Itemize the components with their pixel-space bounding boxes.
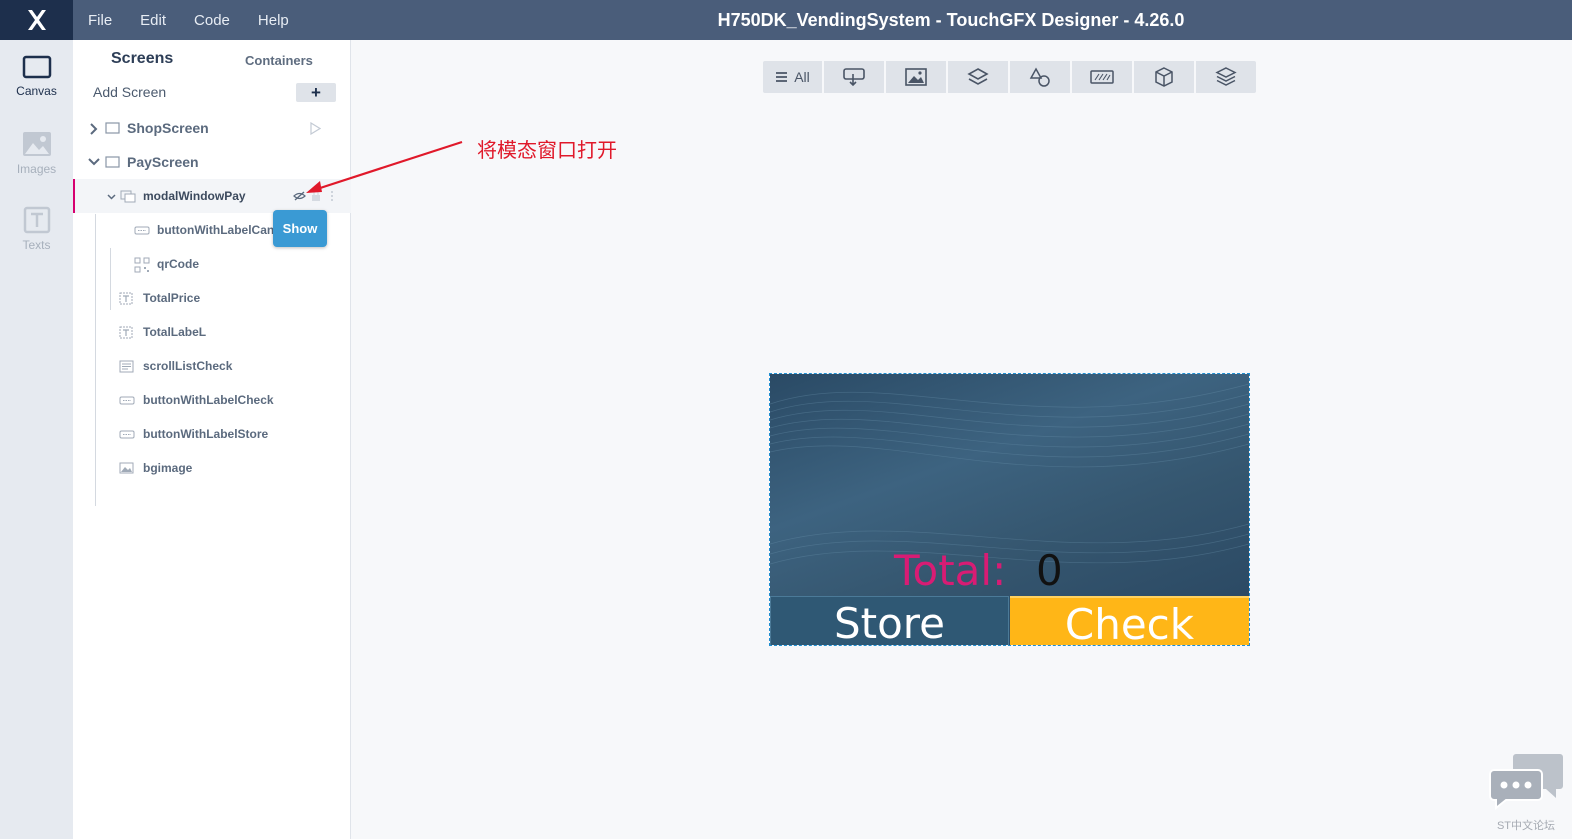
annotation-arrow-icon bbox=[306, 140, 463, 193]
tree-item-total-price[interactable]: TotalPrice bbox=[73, 281, 351, 315]
filter-3d-button[interactable] bbox=[1134, 61, 1194, 93]
filter-interaction-button[interactable] bbox=[824, 61, 884, 93]
rail-canvas-label: Canvas bbox=[16, 84, 57, 98]
tree-item-check-button-label: buttonWithLabelCheck bbox=[143, 393, 274, 407]
filter-stack-button[interactable] bbox=[1196, 61, 1256, 93]
panel-tabs: Screens Containers bbox=[73, 48, 351, 72]
text-icon bbox=[23, 206, 50, 234]
keyboard-icon bbox=[1090, 70, 1114, 84]
button-widget-icon bbox=[119, 430, 135, 439]
rail-images-label: Images bbox=[16, 162, 57, 176]
add-screen-label: Add Screen bbox=[93, 84, 167, 100]
tree-item-qrcode[interactable]: qrCode bbox=[73, 247, 351, 281]
filter-shapes-button[interactable] bbox=[1010, 61, 1070, 93]
play-icon[interactable] bbox=[309, 122, 321, 135]
title-bar: File Edit Code Help H750DK_VendingSystem… bbox=[0, 0, 1572, 40]
tree-item-total-label[interactable]: TotalLabeL bbox=[73, 315, 351, 349]
tree-item-scroll-list[interactable]: scrollListCheck bbox=[73, 349, 351, 383]
chat-bubbles-icon bbox=[1489, 754, 1563, 811]
shapes-icon bbox=[1029, 67, 1050, 87]
filter-containers-button[interactable] bbox=[948, 61, 1008, 93]
tree-item-check-button[interactable]: buttonWithLabelCheck bbox=[73, 383, 351, 417]
window-title: H750DK_VendingSystem - TouchGFX Designer… bbox=[717, 10, 1185, 30]
filter-keyboard-button[interactable] bbox=[1072, 61, 1132, 93]
widget-filter-toolbar: All bbox=[763, 61, 1256, 93]
show-tooltip: Show bbox=[273, 210, 327, 247]
tree-item-store-button[interactable]: buttonWithLabelStore bbox=[73, 417, 351, 451]
filter-image-button[interactable] bbox=[886, 61, 946, 93]
tree-screen-shop-label: ShopScreen bbox=[127, 120, 209, 136]
text-area-icon bbox=[119, 292, 133, 305]
tree-item-scroll-list-label: scrollListCheck bbox=[143, 359, 233, 373]
annotation-text: 将模态窗口打开 bbox=[477, 140, 617, 162]
tree-item-qrcode-label: qrCode bbox=[157, 257, 199, 271]
text-area-icon bbox=[119, 326, 133, 339]
check-button[interactable]: Check bbox=[1010, 596, 1249, 645]
filter-all-label: All bbox=[794, 69, 810, 85]
canvas-icon bbox=[22, 55, 51, 79]
button-widget-icon bbox=[134, 226, 150, 235]
layers-icon bbox=[967, 68, 989, 85]
qrcode-icon bbox=[134, 257, 150, 273]
stack-icon bbox=[1215, 67, 1237, 86]
image-icon bbox=[905, 68, 927, 86]
scroll-list-icon bbox=[119, 360, 134, 373]
image-widget-icon bbox=[119, 462, 134, 474]
screen-canvas[interactable]: Total: 0 Store Check bbox=[769, 373, 1250, 646]
image-icon bbox=[22, 132, 51, 156]
button-widget-icon bbox=[119, 396, 135, 405]
tree-item-modal-label: modalWindowPay bbox=[143, 189, 246, 203]
tree-item-bgimage-label: bgimage bbox=[143, 461, 193, 475]
add-screen-button[interactable]: + bbox=[296, 83, 336, 102]
tree-item-bgimage[interactable]: bgimage bbox=[73, 451, 351, 485]
tab-containers[interactable]: Containers bbox=[245, 53, 313, 68]
selection-indicator bbox=[73, 179, 75, 213]
tree-screen-pay-label: PayScreen bbox=[127, 154, 199, 170]
tree-item-store-button-label: buttonWithLabelStore bbox=[143, 427, 269, 441]
store-button[interactable]: Store bbox=[770, 596, 1009, 645]
rail-texts[interactable]: Texts bbox=[0, 206, 73, 252]
left-rail: Canvas Images Texts bbox=[0, 40, 73, 839]
cube-icon bbox=[1155, 67, 1173, 87]
rail-canvas[interactable]: Canvas bbox=[0, 54, 73, 98]
chevron-down-icon[interactable] bbox=[107, 194, 116, 200]
rail-images[interactable]: Images bbox=[0, 130, 73, 176]
tree-item-cancel-label: buttonWithLabelCanc bbox=[157, 223, 281, 237]
chevron-down-icon[interactable] bbox=[88, 158, 100, 166]
rail-texts-label: Texts bbox=[22, 238, 51, 252]
list-icon bbox=[776, 72, 788, 82]
interaction-icon bbox=[843, 68, 865, 87]
filter-all-button[interactable]: All bbox=[763, 61, 822, 93]
screen-icon bbox=[105, 122, 120, 134]
tree-item-total-price-label: TotalPrice bbox=[143, 291, 201, 305]
screen-icon bbox=[105, 156, 120, 168]
chevron-right-icon[interactable] bbox=[90, 123, 98, 135]
watermark-text: ST中文论坛 bbox=[1496, 820, 1556, 832]
tab-screens[interactable]: Screens bbox=[111, 50, 173, 68]
watermark: ST中文论坛 bbox=[1486, 752, 1566, 833]
total-label: Total: bbox=[894, 546, 1007, 595]
modal-window-icon bbox=[120, 190, 136, 203]
total-value: 0 bbox=[1036, 546, 1063, 595]
tree-item-total-label-label: TotalLabeL bbox=[143, 325, 207, 339]
